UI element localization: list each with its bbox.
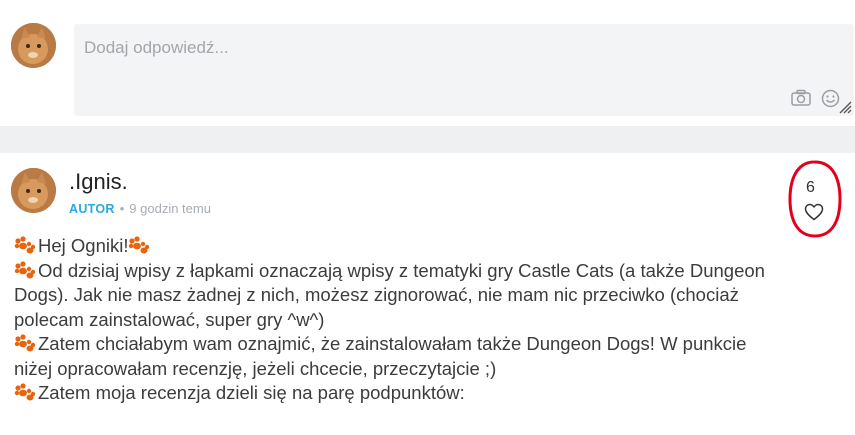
paw-icon <box>14 334 36 352</box>
paw-icon <box>129 236 150 254</box>
post-meta: AUTOR • 9 godzin temu <box>69 201 211 216</box>
content-line: niżej opracowałam recenzję, jeżeli chcec… <box>14 357 844 382</box>
author-avatar[interactable] <box>11 168 56 213</box>
content-text: Hej Ogniki! <box>38 235 129 256</box>
camera-icon[interactable] <box>791 89 811 111</box>
reply-placeholder: Dodaj odpowiedź... <box>84 38 229 57</box>
content-text: Od dzisiaj wpisy z łapkami oznaczają wpi… <box>38 259 765 281</box>
heart-icon[interactable] <box>804 203 824 226</box>
meta-separator: • <box>119 201 125 216</box>
like-control[interactable]: 6 <box>787 159 843 239</box>
post-time: 9 godzin temu <box>129 201 211 216</box>
user-avatar[interactable] <box>11 23 56 68</box>
author-name[interactable]: .Ignis. <box>69 169 128 195</box>
content-line: Dogs). Jak nie masz żadnej z nich, możes… <box>14 283 844 308</box>
content-text: niżej opracowałam recenzję, jeżeli chcec… <box>14 357 497 379</box>
like-count: 6 <box>806 179 815 196</box>
section-separator <box>0 126 855 153</box>
content-line: polecam zainstalować, super gry ^w^) <box>14 308 844 333</box>
annotation-circle <box>788 160 842 238</box>
content-line: Od dzisiaj wpisy z łapkami oznaczają wpi… <box>14 259 844 284</box>
reply-input[interactable]: Dodaj odpowiedź... <box>74 24 854 116</box>
resize-handle-icon[interactable] <box>838 100 852 119</box>
author-badge: AUTOR <box>69 202 115 216</box>
post-content: Hej Ogniki! Od dzisiaj wpisy z łapkami o… <box>14 234 844 406</box>
post: .Ignis. AUTOR • 9 godzin temu 6 Hej Ogniki… <box>0 153 855 435</box>
paw-icon <box>14 236 36 254</box>
content-text: Zatem chciałabym wam oznajmić, że zainst… <box>38 333 747 354</box>
reply-composer: Dodaj odpowiedź... <box>0 12 855 125</box>
content-line: Hej Ogniki! <box>14 234 844 259</box>
content-line: Zatem chciałabym wam oznajmić, że zainst… <box>14 332 844 357</box>
paw-icon <box>14 260 36 278</box>
paw-icon <box>14 383 36 401</box>
content-line: Zatem moja recenzja dzieli się na parę p… <box>14 381 844 406</box>
content-text: Zatem moja recenzja dzieli się na parę p… <box>38 382 465 403</box>
content-text: Dogs). Jak nie masz żadnej z nich, możes… <box>14 284 739 305</box>
content-text: polecam zainstalować, super gry ^w^) <box>14 308 325 330</box>
